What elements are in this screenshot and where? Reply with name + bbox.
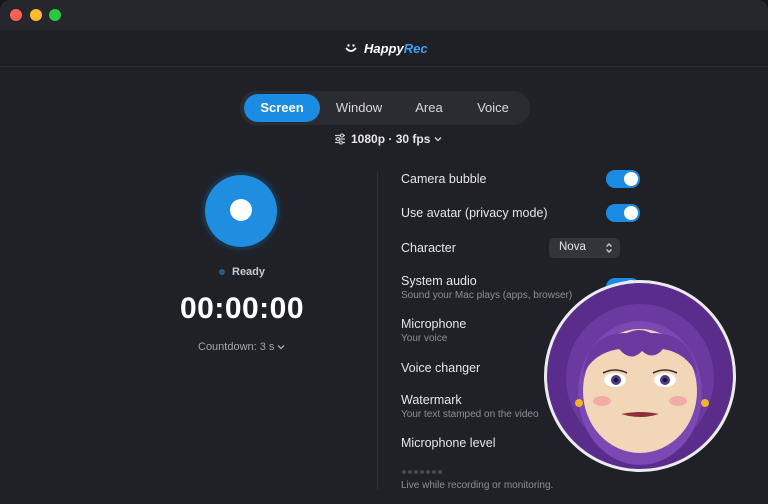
system-audio-label: System audio — [401, 274, 477, 288]
up-down-chevron-icon — [606, 243, 612, 253]
minimize-window-button[interactable] — [30, 9, 42, 21]
character-value: Nova — [559, 241, 586, 253]
brand-name-accent: Rec — [403, 40, 428, 56]
status-dot-icon — [219, 269, 225, 275]
camera-bubble-avatar[interactable] — [544, 280, 736, 472]
quality-selector[interactable]: 1080p · 30 fps — [334, 131, 447, 147]
brand-name: Happy — [364, 40, 404, 56]
record-dot-icon — [230, 199, 252, 221]
quality-label: 1080p · 30 fps — [351, 132, 431, 146]
title-bar — [0, 0, 768, 30]
tab-window[interactable]: Window — [324, 94, 394, 122]
mic-level-meter — [402, 470, 444, 474]
avatar-face-icon — [548, 284, 732, 468]
tab-voice[interactable]: Voice — [462, 94, 524, 122]
zoom-window-button[interactable] — [49, 9, 61, 21]
voice-changer-label: Voice changer — [401, 361, 481, 375]
status-indicator: Ready — [219, 265, 265, 279]
app-window: Happy Rec Screen Window Area Voice 1080p … — [0, 0, 768, 504]
close-window-button[interactable] — [10, 9, 22, 21]
use-avatar-toggle[interactable] — [606, 204, 640, 222]
sliders-icon — [335, 133, 345, 145]
tab-screen[interactable]: Screen — [244, 94, 320, 122]
microphone-sub: Your voice — [401, 333, 448, 344]
chevron-down-icon — [277, 345, 285, 350]
app-header: Happy Rec — [0, 30, 768, 67]
status-label: Ready — [232, 266, 266, 278]
smiley-logo-icon — [345, 44, 357, 52]
use-avatar-label: Use avatar (privacy mode) — [401, 206, 548, 220]
system-audio-sub: Sound your Mac plays (apps, browser) — [401, 290, 573, 301]
panel-divider — [377, 172, 378, 490]
mic-level-label: Microphone level — [401, 436, 496, 450]
toggle-knob — [624, 172, 638, 186]
capture-mode-tabs: Screen Window Area Voice — [240, 91, 530, 125]
recording-timer: 00:00:00 — [179, 292, 305, 325]
microphone-label: Microphone — [401, 317, 467, 331]
chevron-down-icon — [434, 137, 442, 142]
watermark-label: Watermark — [401, 393, 462, 407]
mic-level-hint: Live while recording or monitoring. — [401, 480, 554, 491]
countdown-selector[interactable]: Countdown: 3 s — [198, 340, 285, 354]
watermark-sub: Your text stamped on the video — [401, 409, 539, 420]
toggle-knob — [624, 206, 638, 220]
countdown-label: Countdown: 3 s — [198, 341, 275, 353]
brand-logo: Happy Rec — [344, 39, 428, 57]
tab-area[interactable]: Area — [398, 94, 460, 122]
character-select[interactable]: Nova — [549, 238, 620, 258]
character-label: Character — [401, 241, 456, 255]
camera-bubble-label: Camera bubble — [401, 172, 487, 186]
camera-bubble-toggle[interactable] — [606, 170, 640, 188]
